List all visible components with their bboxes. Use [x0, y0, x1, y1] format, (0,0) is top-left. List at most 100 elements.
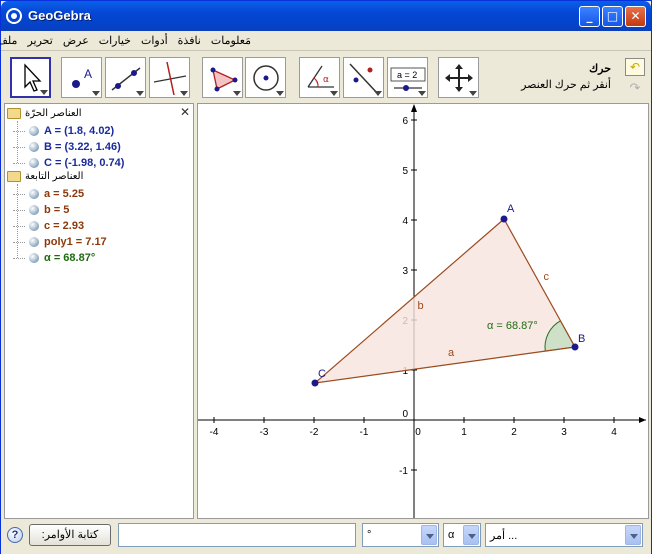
- list-item[interactable]: poly1 = 7.17: [13, 234, 107, 249]
- x-tick-label: 3: [561, 427, 567, 438]
- help-icon[interactable]: ?: [7, 527, 23, 543]
- folder-icon: [7, 108, 21, 119]
- circle-tool-button[interactable]: [245, 57, 286, 98]
- visibility-bullet-icon[interactable]: [29, 141, 39, 152]
- polygon-tool-button[interactable]: [202, 57, 243, 98]
- perpendicular-tool-button[interactable]: [149, 57, 190, 98]
- svg-text:α: α: [323, 75, 329, 85]
- input-label-button[interactable]: كتابة الأوامر:: [29, 524, 111, 546]
- list-item[interactable]: B = (3.22, 1.46): [13, 139, 121, 154]
- object-definition: B = (3.22, 1.46): [44, 140, 121, 153]
- y-tick-label: -1: [399, 466, 408, 477]
- object-definition: c = 2.93: [44, 219, 85, 232]
- object-definition: b = 5: [44, 203, 70, 216]
- point-A[interactable]: [500, 215, 508, 223]
- menu-item-2[interactable]: عرض: [63, 34, 89, 47]
- x-tick-label: -4: [210, 427, 219, 438]
- menu-item-5[interactable]: نافذة: [178, 34, 201, 47]
- menu-item-3[interactable]: خيارات: [99, 34, 131, 47]
- free-objects-label: العناصر الحرّة: [25, 108, 82, 119]
- segment-c-label: c: [544, 271, 550, 283]
- visibility-bullet-icon[interactable]: [29, 236, 39, 247]
- chevron-down-icon[interactable]: [421, 525, 437, 545]
- segment-b-label: b: [418, 300, 424, 312]
- free-objects-folder[interactable]: العناصر الحرّة: [7, 106, 82, 121]
- menu-item-4[interactable]: أدوات: [141, 34, 168, 47]
- point-tool-label: A: [84, 67, 92, 81]
- object-definition: α = 68.87°: [44, 251, 96, 264]
- algebra-view: ✕ العناصر الحرّة العناصر التابعة A = (1.…: [4, 103, 194, 519]
- list-item[interactable]: a = 5.25: [13, 186, 84, 201]
- title-bar[interactable]: GeoGebra _ □ ✕: [1, 1, 651, 31]
- redo-icon[interactable]: ↷: [625, 80, 645, 98]
- slider-tool-button[interactable]: a = 2: [387, 57, 428, 98]
- dependent-objects-folder[interactable]: العناصر التابعة: [7, 169, 83, 184]
- graphics-view[interactable]: -4-3-2-101234-10123456abcα = 68.87°ABC: [197, 103, 649, 519]
- input-bar: ? كتابة الأوامر: ° α أمر ...: [1, 520, 651, 554]
- window-title: GeoGebra: [28, 8, 91, 23]
- visibility-bullet-icon[interactable]: [29, 220, 39, 231]
- y-tick-label: 5: [402, 166, 408, 177]
- menu-bar: ملف تحرير عرض خيارات أدوات نافذة مَعلومات: [0, 31, 651, 51]
- list-item[interactable]: A = (1.8, 4.02): [13, 123, 114, 138]
- list-item[interactable]: C = (-1.98, 0.74): [13, 155, 124, 170]
- visibility-bullet-icon[interactable]: [29, 188, 39, 199]
- dependent-objects-label: العناصر التابعة: [25, 171, 84, 182]
- point-label-C: C: [318, 368, 326, 380]
- geogebra-logo-icon: [6, 8, 22, 24]
- x-tick-label: 2: [511, 427, 517, 438]
- geogebra-window: GeoGebra _ □ ✕ ملف تحرير عرض خيارات أدوات ناف…: [0, 0, 652, 554]
- selected-tool-name: حرك: [589, 63, 611, 75]
- list-item[interactable]: α = 68.87°: [13, 250, 95, 265]
- object-definition: A = (1.8, 4.02): [44, 124, 115, 137]
- close-button[interactable]: ✕: [625, 6, 646, 27]
- selected-tool-help: أنقر ثم حرك العنصر: [521, 79, 611, 91]
- command-input[interactable]: [118, 523, 356, 547]
- command-combo-value: أمر ...: [490, 530, 518, 542]
- reflect-tool-button[interactable]: [343, 57, 384, 98]
- point-C[interactable]: [311, 379, 319, 387]
- algebra-close-icon[interactable]: ✕: [180, 105, 190, 119]
- toolbar: A α a = 2 حرك أنقر ثم حرك العنصر ↶ ↷: [1, 52, 651, 103]
- graphics-canvas[interactable]: -4-3-2-101234-10123456abcα = 68.87°ABC: [198, 104, 649, 519]
- symbol-combo[interactable]: °: [362, 523, 439, 547]
- point-label-A: A: [507, 203, 515, 215]
- undo-icon[interactable]: ↶: [625, 58, 645, 76]
- x-tick-label: 1: [461, 427, 467, 438]
- object-definition: C = (-1.98, 0.74): [44, 156, 125, 169]
- x-tick-label: -3: [260, 427, 269, 438]
- visibility-bullet-icon[interactable]: [29, 204, 39, 215]
- minimize-button[interactable]: _: [579, 6, 600, 27]
- maximize-button[interactable]: □: [602, 6, 623, 27]
- point-tool-button[interactable]: A: [61, 57, 102, 98]
- triangle-polygon[interactable]: [315, 219, 575, 383]
- x-tick-label: -2: [310, 427, 319, 438]
- list-item[interactable]: c = 2.93: [13, 218, 84, 233]
- visibility-bullet-icon[interactable]: [29, 252, 39, 263]
- visibility-bullet-icon[interactable]: [29, 157, 39, 168]
- move-graphics-view-tool-button[interactable]: [438, 57, 479, 98]
- greek-combo[interactable]: α: [443, 523, 481, 547]
- y-tick-label: 4: [402, 216, 408, 227]
- move-tool-button[interactable]: [10, 57, 51, 98]
- x-tick-label: 4: [611, 427, 617, 438]
- angle-tool-button[interactable]: α: [299, 57, 340, 98]
- y-axis-arrow-icon: [411, 104, 417, 112]
- folder-icon: [7, 171, 21, 182]
- menu-item-1[interactable]: تحرير: [27, 34, 52, 47]
- list-item[interactable]: b = 5: [13, 202, 69, 217]
- x-axis-arrow-icon: [639, 417, 646, 423]
- visibility-bullet-icon[interactable]: [29, 125, 39, 136]
- command-combo[interactable]: أمر ...: [485, 523, 643, 547]
- y-tick-label: 0: [402, 409, 408, 420]
- menu-item-6[interactable]: مَعلومات: [211, 34, 251, 47]
- chevron-down-icon[interactable]: [625, 525, 641, 545]
- greek-value: α: [448, 529, 455, 541]
- chevron-down-icon[interactable]: [463, 525, 479, 545]
- line-tool-button[interactable]: [105, 57, 146, 98]
- segment-a-label: a: [448, 347, 455, 359]
- angle-alpha-label: α = 68.87°: [487, 320, 538, 332]
- symbol-value: °: [367, 529, 372, 541]
- object-definition: a = 5.25: [44, 187, 85, 200]
- menu-item-0[interactable]: ملف: [0, 34, 17, 47]
